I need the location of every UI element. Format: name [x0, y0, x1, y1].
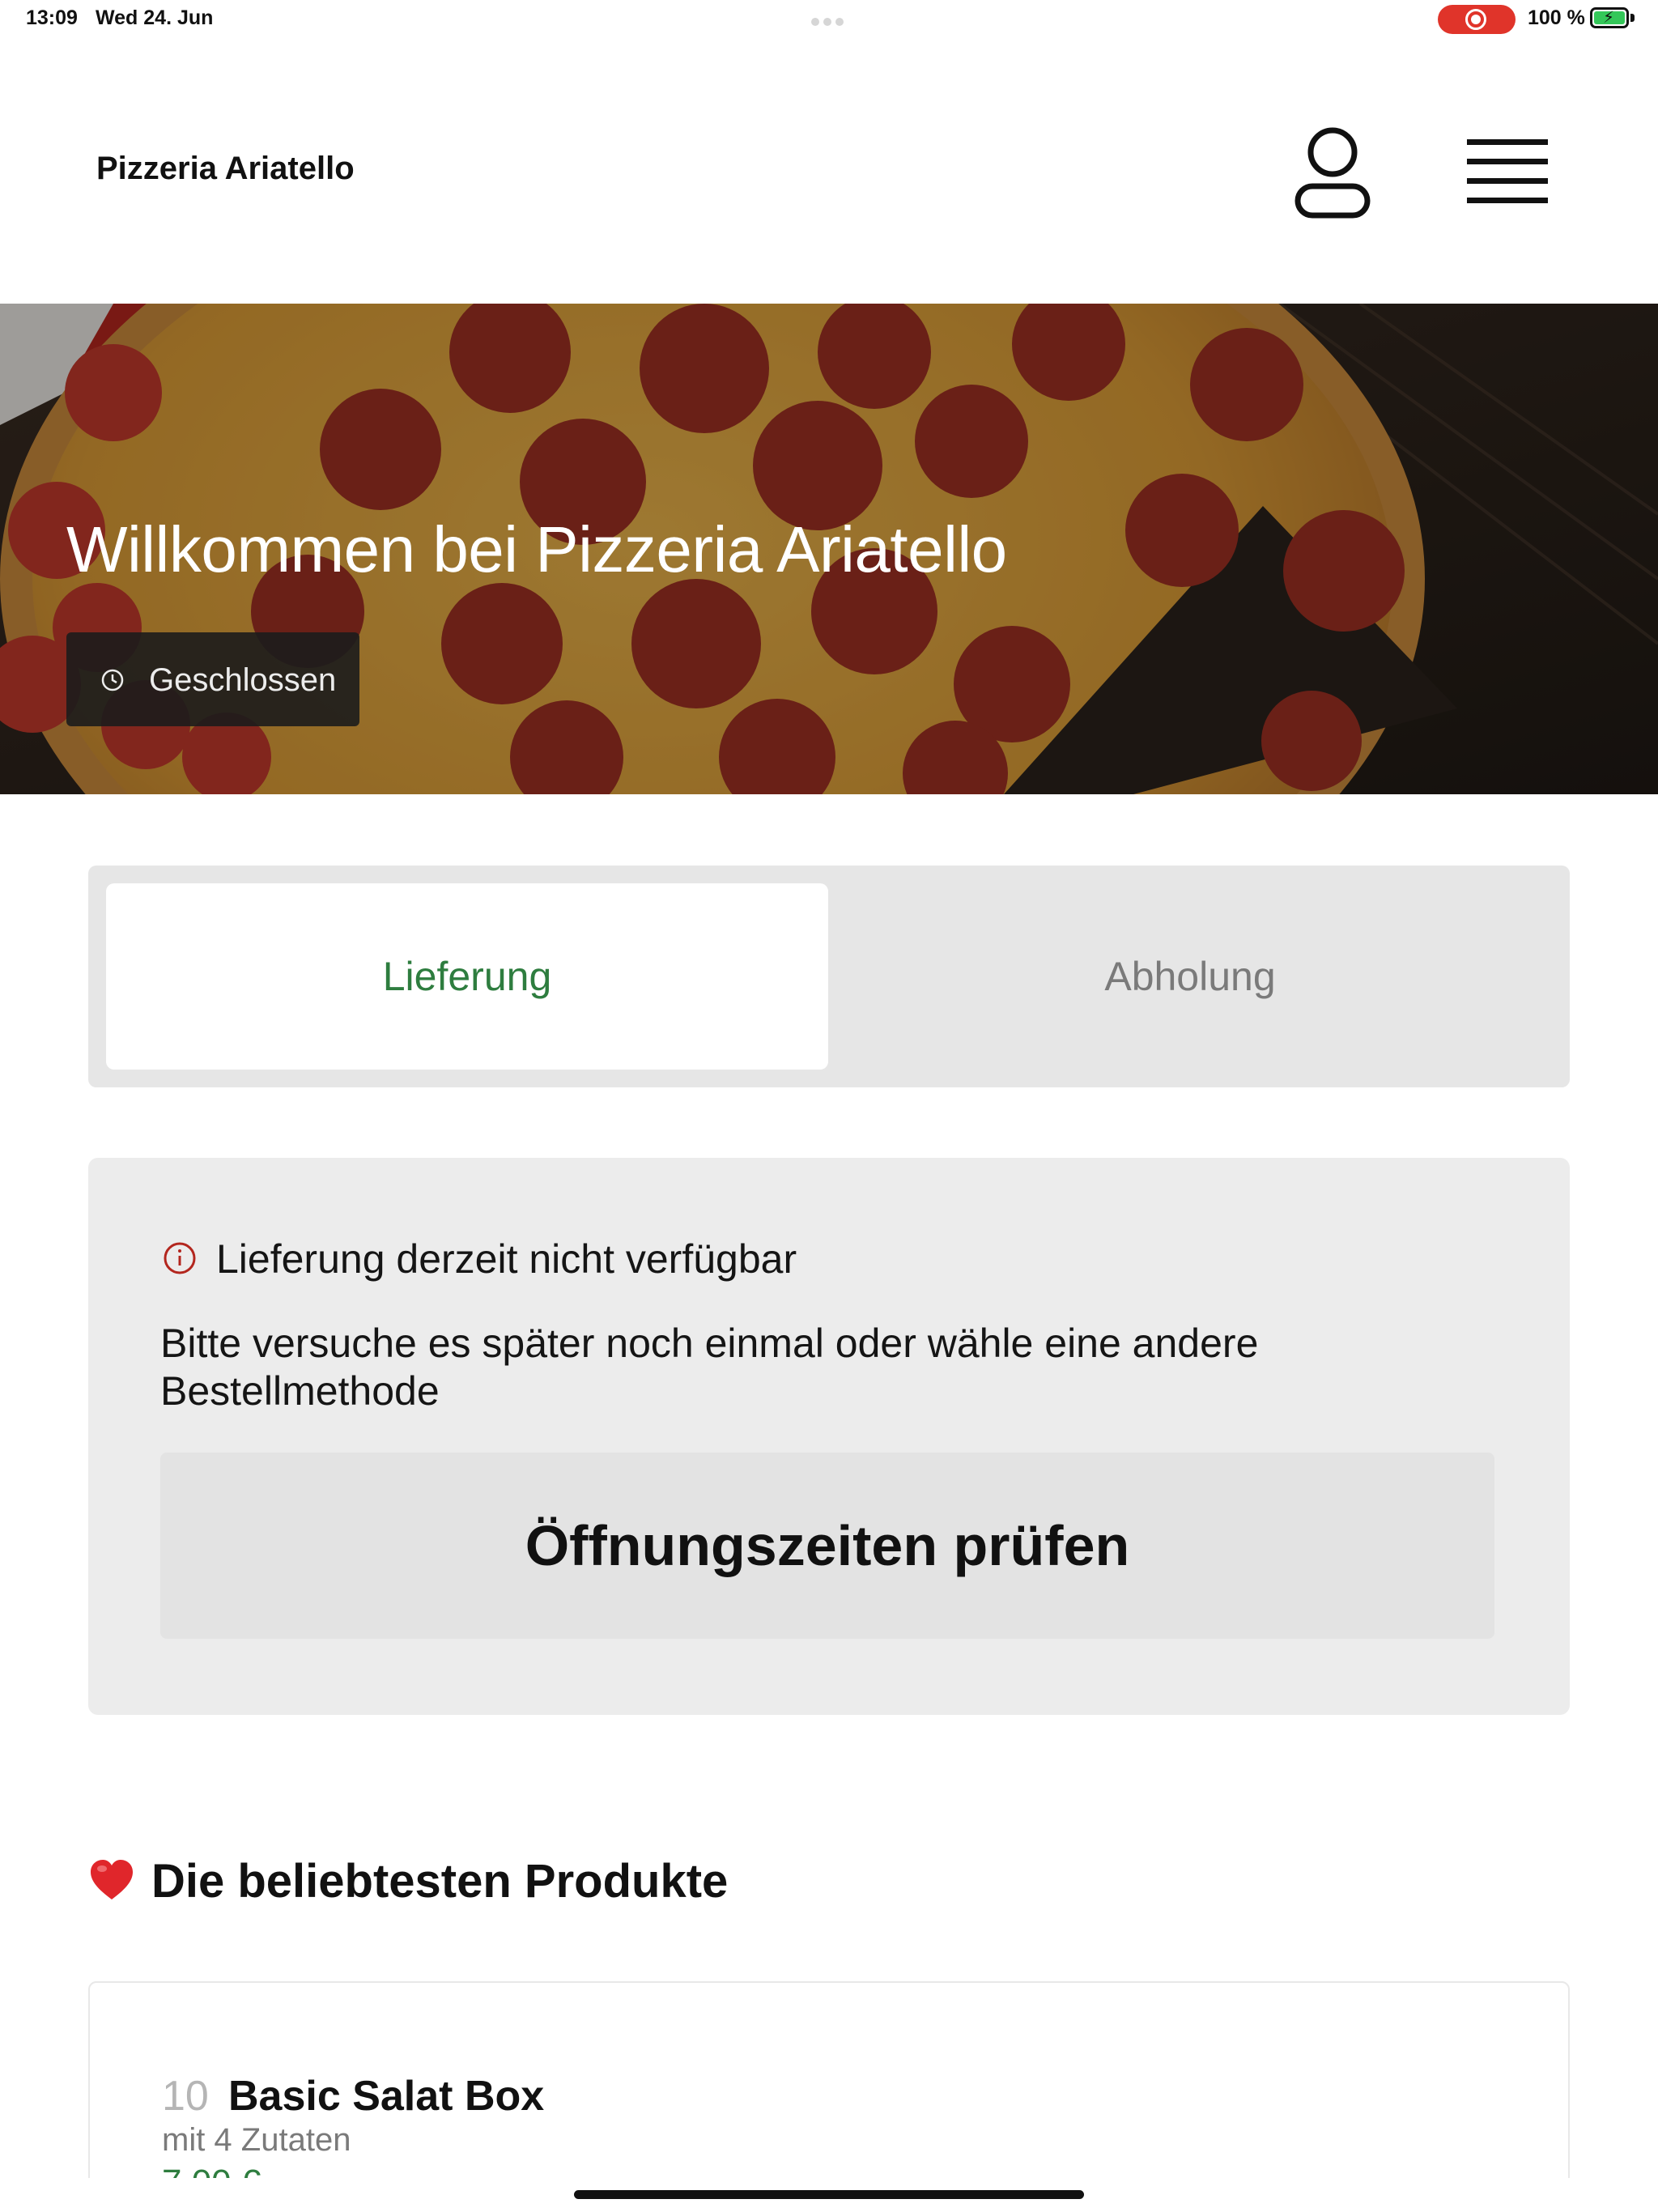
- popular-products-title: Die beliebtesten Produkte: [151, 1854, 729, 1908]
- check-opening-hours-label: Öffnungszeiten prüfen: [525, 1514, 1130, 1577]
- multitasking-dots-icon[interactable]: [811, 15, 848, 26]
- hero-title: Willkommen bei Pizzeria Ariatello: [66, 513, 1007, 585]
- notice-title: Lieferung derzeit nicht verfügbar: [216, 1236, 797, 1282]
- clock-icon: [101, 669, 124, 691]
- brand-title[interactable]: Pizzeria Ariatello: [96, 151, 355, 187]
- status-date: Wed 24. Jun: [96, 6, 214, 29]
- opening-status-text: Geschlossen: [149, 662, 337, 698]
- battery-nub: [1630, 14, 1635, 22]
- info-icon: [164, 1242, 196, 1274]
- delivery-unavailable-notice: Lieferung derzeit nicht verfügbar Bitte …: [88, 1158, 1570, 1715]
- order-method-toggle: Lieferung Abholung: [88, 866, 1570, 1087]
- check-opening-hours-button[interactable]: Öffnungszeiten prüfen: [160, 1453, 1494, 1639]
- tab-abholung-label: Abholung: [1104, 954, 1276, 999]
- product-number: 10: [162, 2073, 209, 2120]
- tab-abholung[interactable]: Abholung: [828, 883, 1552, 1070]
- user-icon[interactable]: [1294, 125, 1371, 219]
- popular-products-heading: Die beliebtesten Produkte: [88, 1853, 728, 1909]
- status-bar: 13:09 Wed 24. Jun 100 % ⚡: [0, 0, 1658, 39]
- battery-icon: ⚡: [1590, 7, 1629, 28]
- product-name: Basic Salat Box: [228, 2073, 545, 2120]
- opening-status-badge: Geschlossen: [66, 632, 359, 726]
- heart-icon: [91, 1860, 133, 1899]
- notice-text: Bitte versuche es später noch einmal ode…: [160, 1321, 1259, 1414]
- status-time: 13:09: [26, 6, 78, 29]
- home-indicator[interactable]: [574, 2190, 1084, 2199]
- app-page: 13:09 Wed 24. Jun 100 % ⚡ Pizzeria Ariat…: [0, 0, 1658, 2212]
- screen-recording-icon[interactable]: [1438, 5, 1516, 34]
- product-description: mit 4 Zutaten: [162, 2122, 351, 2158]
- hero-banner: Willkommen bei Pizzeria Ariatello Geschl…: [0, 304, 1658, 794]
- battery-percent: 100 %: [1528, 6, 1585, 29]
- tab-lieferung-label: Lieferung: [382, 954, 552, 999]
- hamburger-menu-icon[interactable]: [1467, 136, 1548, 206]
- tab-lieferung[interactable]: Lieferung: [106, 883, 828, 1070]
